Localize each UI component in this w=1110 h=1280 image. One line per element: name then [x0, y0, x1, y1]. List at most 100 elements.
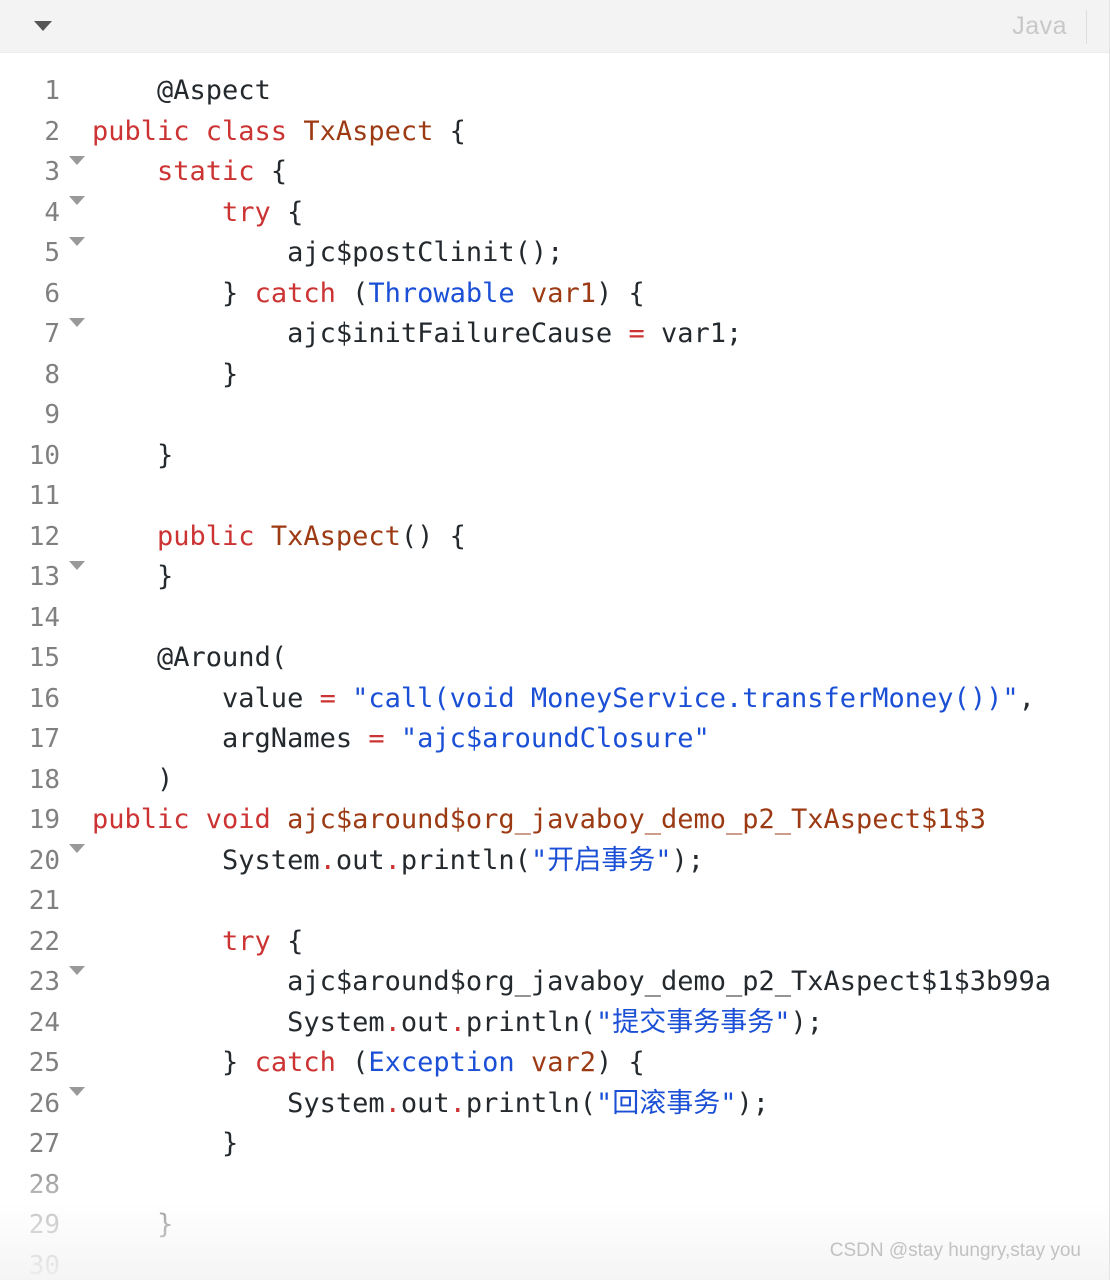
code-token: { — [254, 156, 288, 187]
code-token: "开启事务" — [530, 844, 672, 876]
code-token: { — [270, 196, 304, 228]
code-token: catch — [254, 277, 336, 309]
code-token: value — [92, 682, 320, 714]
code-line[interactable]: 19 public void ajc$around$org_javaboy_dem… — [0, 800, 1109, 853]
code-line[interactable]: 7 ajc$initFailureCause = var1; — [0, 314, 1109, 355]
code-line[interactable]: 4 try { — [0, 193, 1109, 246]
code-line[interactable]: 6 } catch (Throwable var1) { — [0, 274, 1109, 327]
code-line[interactable]: 9 — [0, 395, 1109, 436]
line-number: 20 — [28, 845, 60, 876]
code-token: Exception — [368, 1047, 515, 1078]
code-line[interactable]: 12 public TxAspect() { — [0, 517, 1109, 570]
code-line-source: } — [92, 436, 1109, 477]
code-line[interactable]: 17 argNames = "ajc$aroundClosure" — [0, 719, 1109, 760]
code-line[interactable]: 14 — [0, 598, 1109, 639]
collapse-toggle-button[interactable] — [34, 0, 52, 52]
code-token: var1 — [530, 277, 596, 309]
code-token: ( — [335, 1047, 369, 1078]
code-line[interactable]: 11 — [0, 476, 1109, 517]
code-token: } — [92, 277, 255, 309]
code-line-source: try { — [92, 193, 1109, 234]
code-line-source: try { — [92, 922, 1109, 963]
code-line[interactable]: 25 } catch (Exception var2) { — [0, 1043, 1109, 1096]
code-token: public — [157, 520, 255, 552]
code-token: = — [368, 723, 385, 754]
code-content[interactable]: 1 @Aspect 2 public class TxAspect {3 stati… — [0, 53, 1109, 1280]
code-token: . — [384, 844, 401, 876]
line-number: 18 — [28, 764, 60, 795]
code-token: ); — [736, 1087, 769, 1119]
code-line[interactable]: 22 try { — [0, 922, 1109, 975]
code-token: TxAspect — [270, 520, 401, 552]
code-line[interactable]: 26 System.out.println("回滚事务"); — [0, 1084, 1109, 1125]
line-number: 23 — [28, 967, 60, 997]
line-number: 30 — [28, 1250, 60, 1280]
code-token: @Aspect — [157, 75, 271, 106]
code-line[interactable]: 27 } — [0, 1124, 1109, 1165]
code-token: println( — [400, 844, 531, 876]
code-line[interactable]: 24 System.out.println("提交事务事务"); — [0, 1003, 1109, 1044]
code-token: { — [433, 115, 466, 147]
line-number: 27 — [28, 1129, 60, 1159]
code-token: ); — [790, 1006, 823, 1038]
code-line[interactable]: 23 ajc$around$org_javaboy_demo_p2_TxAspe… — [0, 962, 1109, 1003]
code-line-source: ) — [92, 760, 1109, 801]
code-token: catch — [254, 1047, 336, 1078]
line-number: 24 — [28, 1007, 60, 1038]
code-token: ajc$around$org_javaboy_demo_p2_TxAspect$… — [287, 804, 987, 835]
code-line[interactable]: 3 static { — [0, 152, 1109, 205]
code-line[interactable]: 8 } — [0, 355, 1109, 396]
code-line-source: ajc$initFailureCause = var1; — [92, 314, 1109, 355]
code-line-source: System.out.println("开启事务"); — [92, 841, 1109, 882]
code-line[interactable]: 1 @Aspect — [0, 71, 1109, 112]
line-number: 10 — [28, 440, 60, 471]
code-line[interactable]: 15 @Around( — [0, 638, 1109, 679]
code-line[interactable]: 28 — [0, 1165, 1109, 1206]
code-line[interactable]: 21 — [0, 881, 1109, 922]
line-number: 6 — [44, 278, 60, 309]
line-number: 29 — [28, 1210, 60, 1240]
code-line[interactable]: 5 ajc$postClinit(); — [0, 233, 1109, 274]
code-token: } — [92, 1128, 239, 1159]
line-number: 19 — [28, 805, 60, 835]
line-number: 3 — [44, 157, 60, 187]
code-token: ajc$postClinit(); — [92, 237, 564, 268]
code-token: public void — [92, 804, 288, 835]
code-line-source: public TxAspect() { — [92, 517, 1109, 558]
code-line[interactable]: 2 public class TxAspect { — [0, 112, 1109, 165]
code-token: () { — [400, 520, 466, 552]
line-number: 16 — [28, 683, 60, 714]
code-token: out — [400, 1006, 450, 1038]
code-token: } — [92, 358, 239, 390]
code-token: Throwable — [368, 277, 515, 309]
code-line-source: } catch (Exception var2) { — [92, 1043, 1109, 1084]
code-line[interactable]: 20 System.out.println("开启事务"); — [0, 841, 1109, 882]
code-line[interactable]: 16 value = "call(void MoneyService.trans… — [0, 679, 1109, 720]
code-token: "ajc$aroundClosure" — [400, 723, 710, 754]
code-token: , — [1018, 682, 1035, 714]
chevron-down-icon — [34, 21, 52, 31]
code-line-source: } — [92, 355, 1109, 396]
line-number: 2 — [44, 116, 60, 147]
line-number: 11 — [28, 481, 60, 511]
code-token: println( — [465, 1006, 596, 1038]
code-line[interactable]: 18 ) — [0, 760, 1109, 801]
code-token: ( — [335, 277, 369, 309]
code-token: ajc$initFailureCause — [92, 318, 629, 349]
line-number: 28 — [28, 1169, 60, 1200]
code-line[interactable]: 10 } — [0, 436, 1109, 477]
line-number: 21 — [28, 886, 60, 916]
code-line[interactable]: 13 } — [0, 557, 1109, 598]
code-token: println( — [465, 1087, 596, 1119]
code-token: } — [92, 561, 174, 592]
code-token: } — [92, 1047, 255, 1078]
line-number: 1 — [44, 76, 60, 106]
